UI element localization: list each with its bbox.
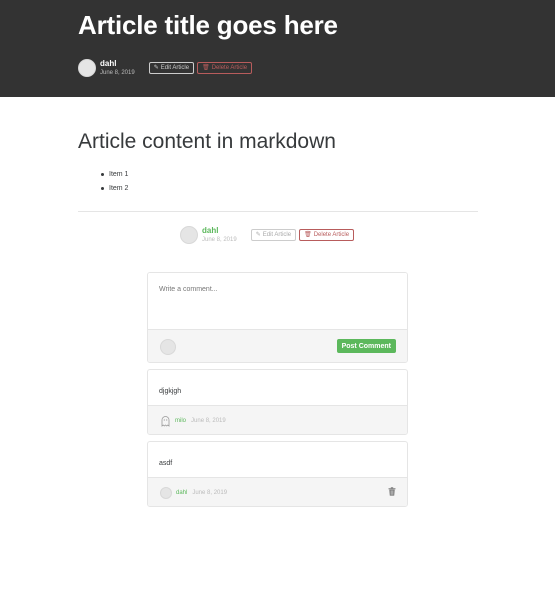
comment-author: dahl June 8, 2019 (160, 487, 227, 499)
comment-card: djgkjgh milo June 8, 2019 (147, 369, 408, 435)
trash-icon: 🗑 (202, 65, 210, 71)
comment-body: djgkjgh (159, 388, 182, 395)
comment-author-name[interactable]: dahl (176, 490, 187, 496)
comment-form: Post Comment (147, 272, 408, 363)
trash-icon[interactable] (388, 487, 396, 496)
article-actions-meta: dahl June 8, 2019 ✎ Edit Article 🗑 Delet… (180, 226, 355, 244)
comment-date: June 8, 2019 (192, 490, 228, 496)
comment-author-name[interactable]: milo (175, 418, 186, 424)
author-avatar[interactable] (78, 59, 96, 77)
comment-card: asdf dahl June 8, 2019 (147, 441, 408, 507)
article-heading: Article content in markdown (78, 130, 336, 153)
current-user-avatar (160, 339, 176, 355)
ghost-avatar-icon[interactable] (160, 415, 171, 427)
article-date: June 8, 2019 (202, 237, 237, 243)
post-comment-button[interactable]: Post Comment (336, 339, 396, 353)
comment-input[interactable] (148, 273, 407, 331)
author-info: dahl June 8, 2019 (100, 60, 135, 77)
pencil-icon: ✎ (255, 232, 261, 238)
article-meta: dahl June 8, 2019 ✎ Edit Article 🗑 Delet… (78, 59, 253, 77)
edit-article-button[interactable]: ✎ Edit Article (148, 62, 195, 74)
article-title: Article title goes here (78, 10, 338, 40)
author-name[interactable]: dahl (202, 227, 237, 235)
comment-date: June 8, 2019 (191, 418, 226, 424)
divider (78, 211, 478, 212)
article-banner: Article title goes here dahl June 8, 201… (0, 0, 555, 97)
comment-author: milo June 8, 2019 (160, 415, 226, 427)
comment-body: asdf (159, 460, 173, 467)
comment-footer: dahl June 8, 2019 (148, 477, 407, 506)
delete-article-button[interactable]: 🗑 Delete Article (197, 62, 253, 74)
list-item: Item 1 (100, 167, 128, 181)
trash-icon: 🗑 (304, 232, 312, 238)
list-item: Item 2 (100, 181, 128, 195)
delete-article-button[interactable]: 🗑 Delete Article (299, 229, 355, 241)
comment-footer: milo June 8, 2019 (148, 405, 407, 434)
edit-article-button[interactable]: ✎ Edit Article (250, 229, 297, 241)
author-name[interactable]: dahl (100, 60, 135, 68)
article-list: Item 1 Item 2 (100, 167, 128, 195)
author-info: dahl June 8, 2019 (202, 227, 237, 244)
article-date: June 8, 2019 (100, 70, 135, 76)
author-avatar[interactable] (180, 226, 198, 244)
comment-form-footer: Post Comment (148, 329, 407, 362)
pencil-icon: ✎ (153, 65, 159, 71)
comment-author-avatar[interactable] (160, 487, 172, 499)
